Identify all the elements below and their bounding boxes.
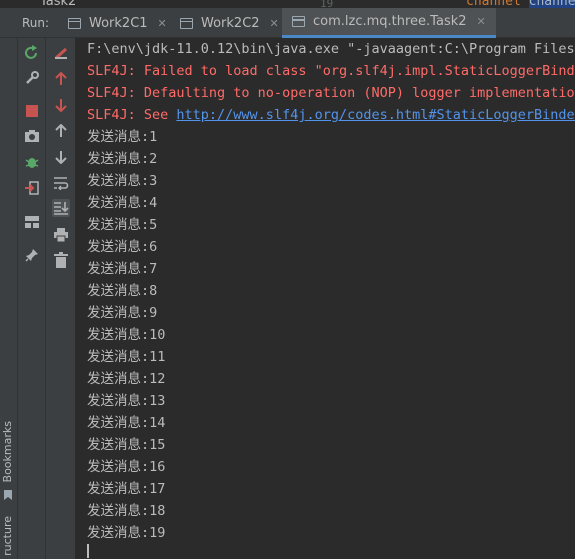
- message-line: 发送消息:15: [87, 437, 166, 453]
- editor-code-highlight: channe: [528, 0, 575, 8]
- message-line: 发送消息:2: [87, 151, 158, 167]
- layout-icon[interactable]: [23, 213, 41, 231]
- exit-login-icon[interactable]: [23, 179, 41, 197]
- print-icon[interactable]: [52, 226, 70, 244]
- message-line: 发送消息:4: [87, 195, 158, 211]
- tab-label: Work2C1: [89, 15, 148, 31]
- run-toolbar-primary: [18, 38, 46, 559]
- slf4j-see-line: SLF4J: See http://www.slf4j.org/codes.ht…: [87, 104, 575, 126]
- slf4j-see-prefix: SLF4J: See: [87, 107, 177, 123]
- tab-label: com.lzc.mq.three.Task2: [313, 14, 467, 29]
- slf4j-link[interactable]: http://www.slf4j.org/codes.html#StaticLo…: [176, 107, 575, 123]
- slf4j-error-line: SLF4J: Failed to load class "org.slf4j.i…: [87, 63, 575, 79]
- arrow-down-icon[interactable]: [52, 148, 70, 166]
- message-line: 发送消息:3: [87, 173, 158, 189]
- rerun-icon[interactable]: [23, 44, 41, 62]
- editor-code: channel channe: [466, 0, 575, 8]
- editor-line-number: 19: [320, 0, 334, 8]
- text-caret: [87, 544, 89, 558]
- message-line: 发送消息:12: [87, 371, 166, 387]
- close-icon[interactable]: ✕: [477, 15, 486, 28]
- message-line: 发送消息:14: [87, 415, 166, 431]
- clear-brush-icon[interactable]: [52, 44, 70, 62]
- message-line: 发送消息:6: [87, 239, 158, 255]
- run-label: Run:: [22, 16, 50, 30]
- structure-label: ructure: [1, 516, 14, 556]
- editor-strip: Task2 19 channel channe: [0, 0, 575, 8]
- soft-wrap-icon[interactable]: [52, 174, 70, 192]
- message-line: 发送消息:11: [87, 349, 166, 365]
- pin-icon[interactable]: [23, 246, 41, 264]
- message-line: 发送消息:18: [87, 503, 166, 519]
- message-line: 发送消息:17: [87, 481, 166, 497]
- debug-bug-icon[interactable]: [23, 153, 41, 171]
- bookmarks-tab[interactable]: Bookmarks: [1, 421, 14, 482]
- tab-task2[interactable]: com.lzc.mq.three.Task2 ✕: [282, 8, 496, 38]
- editor-code-text: channel: [466, 0, 521, 8]
- message-line: 发送消息:19: [87, 525, 166, 541]
- console-output[interactable]: F:\env\jdk-11.0.12\bin\java.exe "-javaag…: [76, 38, 575, 559]
- message-line: 发送消息:8: [87, 283, 158, 299]
- tab-label: Work2C2: [201, 15, 260, 31]
- tab-work2c2[interactable]: Work2C2 ✕: [180, 8, 279, 38]
- arrow-down-red-icon[interactable]: [52, 96, 70, 114]
- settings-wrench-icon[interactable]: [23, 69, 41, 87]
- structure-tab[interactable]: ructure: [1, 516, 14, 556]
- arrow-up-red-icon[interactable]: [52, 70, 70, 88]
- bookmarks-label: Bookmarks: [1, 421, 14, 483]
- camera-snapshot-icon[interactable]: [23, 127, 41, 145]
- slf4j-error-line: SLF4J: Defaulting to no-operation (NOP) …: [87, 85, 575, 101]
- project-tree-item[interactable]: Task2: [40, 0, 76, 8]
- trash-icon[interactable]: [52, 251, 70, 269]
- arrow-up-icon[interactable]: [52, 122, 70, 140]
- close-icon[interactable]: ✕: [158, 17, 167, 30]
- run-tab-bar: Run: Work2C1 ✕ Work2C2 ✕ com.lzc.mq.thre…: [0, 8, 575, 38]
- close-icon[interactable]: ✕: [270, 17, 279, 30]
- message-line: 发送消息:7: [87, 261, 158, 277]
- side-tool-strip: Bookmarks ructure: [0, 38, 18, 559]
- message-line: 发送消息:9: [87, 305, 158, 321]
- scroll-to-end-icon[interactable]: [52, 199, 70, 217]
- message-line: 发送消息:1: [87, 129, 158, 145]
- stop-icon[interactable]: [23, 102, 41, 120]
- message-line: 发送消息:13: [87, 393, 166, 409]
- message-line: 发送消息:5: [87, 217, 158, 233]
- console-icon: [180, 17, 193, 29]
- message-line: 发送消息:16: [87, 459, 166, 475]
- message-line: 发送消息:10: [87, 327, 166, 343]
- tab-work2c1[interactable]: Work2C1 ✕: [68, 8, 167, 38]
- console-icon: [292, 16, 305, 27]
- run-toolbar-secondary: [46, 38, 76, 559]
- bookmark-icon: [3, 485, 13, 500]
- console-icon: [68, 17, 81, 29]
- command-line: F:\env\jdk-11.0.12\bin\java.exe "-javaag…: [87, 41, 575, 57]
